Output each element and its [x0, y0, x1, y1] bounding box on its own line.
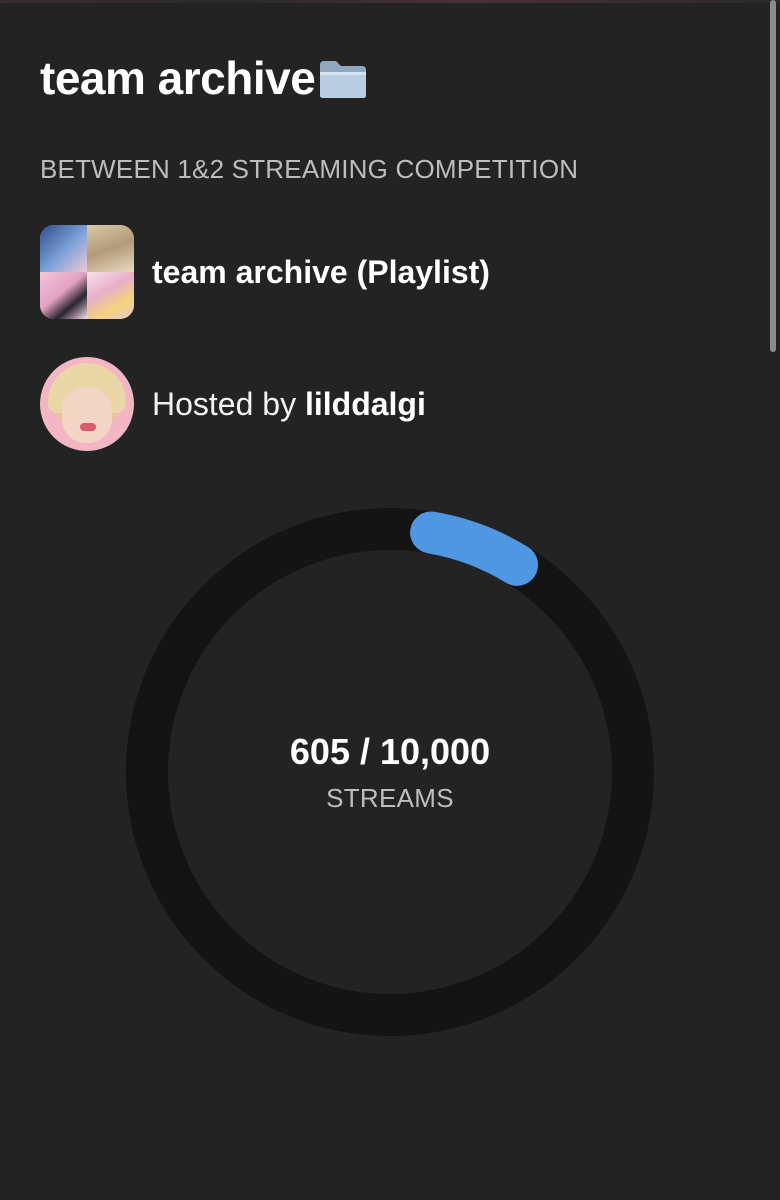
host-name: lilddalgi [304, 386, 426, 422]
stream-progress-ring: 605 / 10,000 STREAMS [126, 508, 654, 1036]
page-title: team archive [40, 52, 316, 104]
playlist-title: team archive (Playlist) [152, 254, 490, 290]
scrollbar[interactable] [770, 0, 776, 352]
page-header: team archive [40, 48, 369, 108]
stream-count: 605 / 10,000 [289, 731, 491, 772]
competition-subtitle: BETWEEN 1&2 STREAMING COMPETITION [40, 154, 579, 184]
host-avatar-image [40, 357, 134, 451]
progress-center: 605 / 10,000 STREAMS [126, 730, 654, 814]
stream-unit-label: STREAMS [326, 783, 454, 813]
host-prefix: Hosted by [152, 386, 305, 422]
streaming-competition-page: team archive BETWEEN 1&2 STREAMING COMPE… [0, 0, 780, 1200]
host-info[interactable]: Hosted by lilddalgi [40, 356, 426, 452]
playlist-cover-image [40, 225, 134, 319]
host-text: Hosted by lilddalgi [152, 384, 426, 424]
top-image-strip [0, 0, 780, 3]
playlist-link[interactable]: team archive (Playlist) [40, 224, 490, 320]
file-folder-icon [317, 57, 369, 101]
progress-ring-fill [410, 511, 539, 586]
